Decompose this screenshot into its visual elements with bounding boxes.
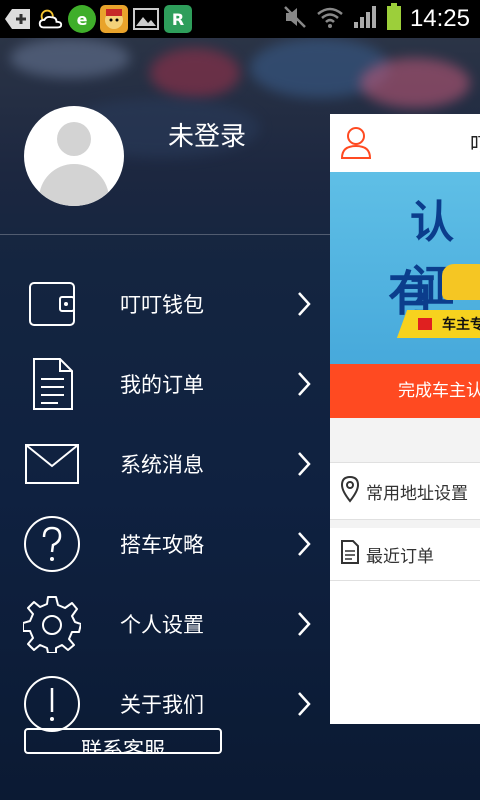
- main-title: 叮: [470, 128, 480, 157]
- clock-time: 14:25: [409, 5, 470, 32]
- notification-icons: e R: [0, 5, 192, 33]
- chevron-right-icon: [294, 450, 314, 478]
- info-exclamation-icon: [22, 674, 82, 734]
- menu-label: 个人设置: [120, 613, 204, 637]
- question-icon: [22, 514, 82, 574]
- menu-item-wallet[interactable]: 叮叮钱包: [0, 264, 330, 344]
- mute-icon: [282, 4, 308, 34]
- location-pin-icon: [340, 475, 360, 507]
- banner-tape-text: 车主专享: [442, 317, 480, 333]
- common-address-label: 常用地址设置: [366, 483, 468, 504]
- main-content-panel: 叮 认证 有 车主专享 完成车主认证 常用地址设置 最近订单: [330, 114, 480, 724]
- main-top-bar: 叮: [330, 114, 480, 172]
- menu-label: 叮叮钱包: [120, 293, 204, 317]
- common-address-row[interactable]: 常用地址设置: [330, 463, 480, 520]
- wallet-icon: [22, 274, 82, 334]
- promo-banner[interactable]: 认证 有 车主专享: [330, 172, 480, 364]
- chevron-right-icon: [294, 690, 314, 718]
- add-icon: [4, 5, 32, 33]
- gallery-icon: [132, 5, 160, 33]
- avatar[interactable]: [24, 106, 124, 206]
- menu-label: 我的订单: [120, 373, 204, 397]
- menu-item-settings[interactable]: 个人设置: [0, 584, 330, 664]
- signal-icon: [352, 4, 378, 34]
- menu-item-orders[interactable]: 我的订单: [0, 344, 330, 424]
- chevron-right-icon: [294, 530, 314, 558]
- chevron-right-icon: [294, 370, 314, 398]
- order-doc-icon: [340, 539, 360, 569]
- speaker-icon: [418, 318, 432, 330]
- spacer: [330, 418, 480, 463]
- drawer-menu: 叮叮钱包 我的订单 系统消息 搭车攻略 个人设置 关于我们: [0, 264, 330, 744]
- battery-icon: [386, 3, 402, 35]
- chevron-right-icon: [294, 610, 314, 638]
- car-icon: [442, 264, 480, 300]
- chevron-right-icon: [294, 290, 314, 318]
- menu-label: 关于我们: [120, 693, 204, 717]
- menu-item-messages[interactable]: 系统消息: [0, 424, 330, 504]
- verify-driver-button[interactable]: 完成车主认证: [330, 364, 480, 418]
- divider: [0, 234, 330, 235]
- banner-tape: 车主专享: [396, 310, 480, 338]
- weather-icon: [36, 5, 64, 33]
- game-icon: [100, 5, 128, 33]
- spacer: [330, 520, 480, 528]
- app-r-icon: R: [164, 5, 192, 33]
- avatar-placeholder-body: [39, 164, 109, 206]
- recent-orders-row[interactable]: 最近订单: [330, 528, 480, 581]
- wifi-icon: [316, 4, 344, 34]
- document-icon: [22, 354, 82, 414]
- menu-label: 系统消息: [120, 453, 204, 477]
- mail-icon: [22, 434, 82, 494]
- recent-orders-label: 最近订单: [366, 546, 434, 567]
- menu-label: 搭车攻略: [120, 533, 204, 557]
- status-bar: e R 14:25: [0, 0, 480, 38]
- browser-e-icon: e: [68, 5, 96, 33]
- gear-icon: [22, 594, 82, 654]
- login-status[interactable]: 未登录: [168, 116, 246, 153]
- system-icons: 14:25: [282, 0, 470, 38]
- avatar-placeholder-head: [57, 122, 91, 156]
- user-icon[interactable]: [340, 126, 372, 164]
- menu-item-guide[interactable]: 搭车攻略: [0, 504, 330, 584]
- contact-support-button[interactable]: 联系客服: [24, 728, 222, 754]
